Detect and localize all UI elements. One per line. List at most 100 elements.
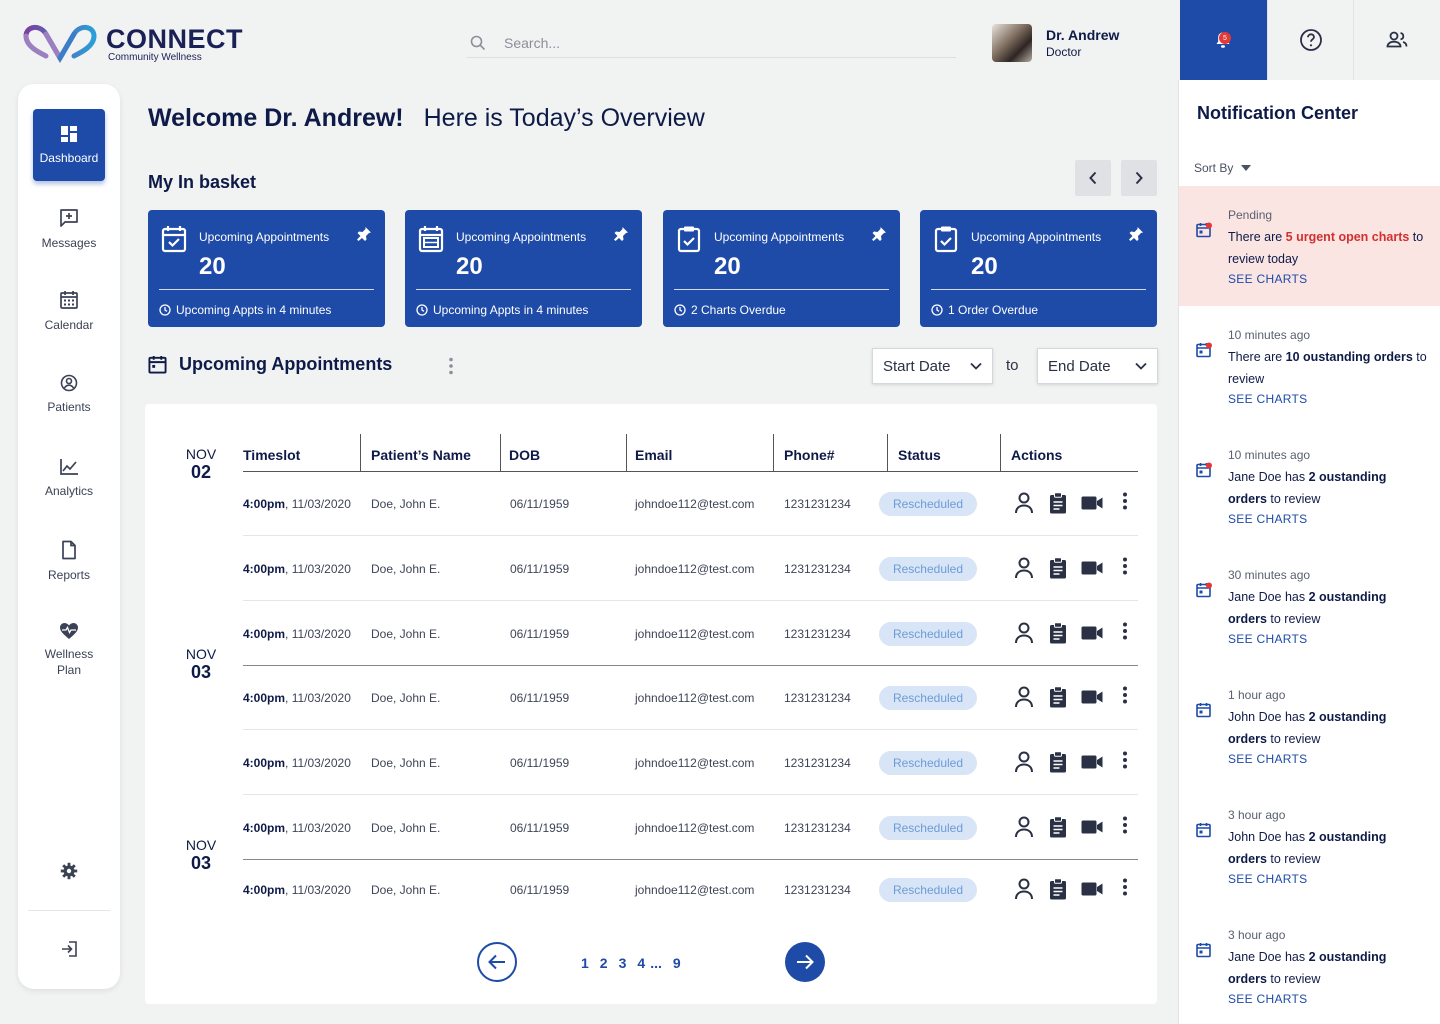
table-row[interactable]: 4:00pm, 11/03/2020 Doe, John E. 06/11/1959… [243,472,1138,536]
basket-card[interactable]: Upcoming Appointments 20 2 Charts Overdu… [663,210,900,327]
sidebar-item-analytics[interactable]: Analytics [18,458,120,498]
view-chart-button[interactable] [1049,557,1067,579]
end-date-select[interactable]: End Date [1037,348,1158,384]
view-patient-button[interactable] [1014,816,1034,838]
see-charts-link[interactable]: SEE CHARTS [1228,632,1307,646]
sidebar-item-reports[interactable]: Reports [18,540,120,582]
see-charts-link[interactable]: SEE CHARTS [1228,992,1307,1006]
view-patient-button[interactable] [1014,492,1034,514]
timeslot-date: , 11/03/2020 [285,883,351,897]
pagination-page-4[interactable]: 4 [637,955,645,971]
start-date-select[interactable]: Start Date [872,348,993,384]
notification-item[interactable]: 1 hour ago John Doe has 2 oustanding orde… [1179,666,1440,786]
video-call-button[interactable] [1081,755,1103,769]
column-header-patient-name[interactable]: Patient’s Name [371,447,471,463]
notification-item[interactable]: Pending There are 5 urgent open charts to… [1179,186,1440,306]
column-header-phone[interactable]: Phone# [784,447,835,463]
column-header-email[interactable]: Email [635,447,672,463]
row-menu-button[interactable] [1122,686,1128,704]
column-header-dob[interactable]: DOB [509,447,540,463]
appointments-menu-button[interactable] [442,356,460,376]
basket-card[interactable]: Upcoming Appointments 20 Upcoming Appts … [148,210,385,327]
pagination-page-3[interactable]: 3 [619,955,627,971]
table-row[interactable]: 4:00pm, 11/03/2020 Doe, John E. 06/11/1959… [243,731,1138,795]
basket-next-button[interactable] [1121,160,1157,196]
pagination-page-9[interactable]: 9 [673,955,681,971]
pagination-prev-button[interactable] [477,942,517,982]
logout-button[interactable] [18,940,120,958]
see-charts-link[interactable]: SEE CHARTS [1228,872,1307,886]
table-row[interactable]: 4:00pm, 11/03/2020 Doe, John E. 06/11/1959… [243,858,1138,922]
notification-item[interactable]: 30 minutes ago Jane Doe has 2 oustanding … [1179,546,1440,666]
column-header-status[interactable]: Status [898,447,941,463]
brand-logo[interactable]: CONNECT Community Wellness [22,22,252,66]
pagination-page-1[interactable]: 1 [581,955,589,971]
video-call-button[interactable] [1081,496,1103,510]
row-menu-button[interactable] [1122,492,1128,510]
sidebar-item-messages[interactable]: Messages [18,208,120,250]
row-menu-button[interactable] [1122,751,1128,769]
video-call-button[interactable] [1081,626,1103,640]
see-charts-link[interactable]: SEE CHARTS [1228,392,1307,406]
video-call-button[interactable] [1081,561,1103,575]
view-patient-button[interactable] [1014,557,1034,579]
pagination-next-button[interactable] [785,942,825,982]
notification-item[interactable]: 3 hour ago Jane Doe has 2 oustanding orde… [1179,906,1440,1024]
view-chart-button[interactable] [1049,622,1067,644]
notification-text: Jane Doe has 2 oustanding orders to revi… [1228,946,1428,990]
notification-text-pre: There are [1228,350,1286,364]
notification-item[interactable]: 10 minutes ago There are 10 oustanding or… [1179,306,1440,426]
user-profile[interactable]: Dr. Andrew Doctor [992,24,1119,62]
row-menu-button[interactable] [1122,622,1128,640]
sidebar-item-dashboard[interactable]: Dashboard [33,109,105,181]
view-chart-button[interactable] [1049,751,1067,773]
view-patient-button[interactable] [1014,686,1034,708]
search-input[interactable] [504,34,904,51]
video-call-button[interactable] [1081,820,1103,834]
tab-help[interactable] [1266,0,1354,80]
tab-contacts[interactable] [1353,0,1440,80]
pin-icon[interactable] [356,226,372,242]
video-call-icon [1081,496,1103,510]
pin-icon[interactable] [613,226,629,242]
see-charts-link[interactable]: SEE CHARTS [1228,272,1307,286]
sidebar-item-wellness-plan[interactable]: Wellness Plan [18,622,120,678]
view-chart-button[interactable] [1049,816,1067,838]
timeslot-cell: 4:00pm, 11/03/2020 [243,562,351,576]
date-group-label: NOV 02 [169,446,233,483]
see-charts-link[interactable]: SEE CHARTS [1228,752,1307,766]
view-chart-button[interactable] [1049,686,1067,708]
row-menu-button[interactable] [1122,816,1128,834]
card-footer: Upcoming Appts in 4 minutes [159,303,331,317]
notification-item[interactable]: 10 minutes ago Jane Doe has 2 oustanding … [1179,426,1440,546]
column-header-timeslot[interactable]: Timeslot [243,447,300,463]
basket-card[interactable]: Upcoming Appointments 20 Upcoming Appts … [405,210,642,327]
row-menu-button[interactable] [1122,557,1128,575]
notification-item[interactable]: 3 hour ago John Doe has 2 oustanding orde… [1179,786,1440,906]
row-menu-button[interactable] [1122,878,1128,896]
table-row[interactable]: 4:00pm, 11/03/2020 Doe, John E. 06/11/1959… [243,666,1138,730]
settings-button[interactable] [18,862,120,880]
sidebar-item-patients[interactable]: Patients [18,374,120,414]
view-patient-button[interactable] [1014,878,1034,900]
basket-prev-button[interactable] [1075,160,1111,196]
sidebar-item-calendar[interactable]: Calendar [18,290,120,332]
pin-icon[interactable] [1128,226,1144,242]
view-patient-button[interactable] [1014,622,1034,644]
video-call-button[interactable] [1081,882,1103,896]
column-separator [773,434,774,471]
tab-notifications[interactable]: 5 [1180,0,1267,80]
pagination-page-2[interactable]: 2 [600,955,608,971]
table-row[interactable]: 4:00pm, 11/03/2020 Doe, John E. 06/11/1959… [243,796,1138,860]
pin-icon[interactable] [871,226,887,242]
basket-card[interactable]: Upcoming Appointments 20 1 Order Overdue [920,210,1157,327]
video-call-button[interactable] [1081,690,1103,704]
view-patient-button[interactable] [1014,751,1034,773]
start-date-value: Start Date [883,357,951,375]
table-row[interactable]: 4:00pm, 11/03/2020 Doe, John E. 06/11/1959… [243,602,1138,666]
view-chart-button[interactable] [1049,492,1067,514]
table-row[interactable]: 4:00pm, 11/03/2020 Doe, John E. 06/11/1959… [243,537,1138,601]
see-charts-link[interactable]: SEE CHARTS [1228,512,1307,526]
sort-by-dropdown[interactable]: Sort By [1194,161,1252,175]
view-chart-button[interactable] [1049,878,1067,900]
